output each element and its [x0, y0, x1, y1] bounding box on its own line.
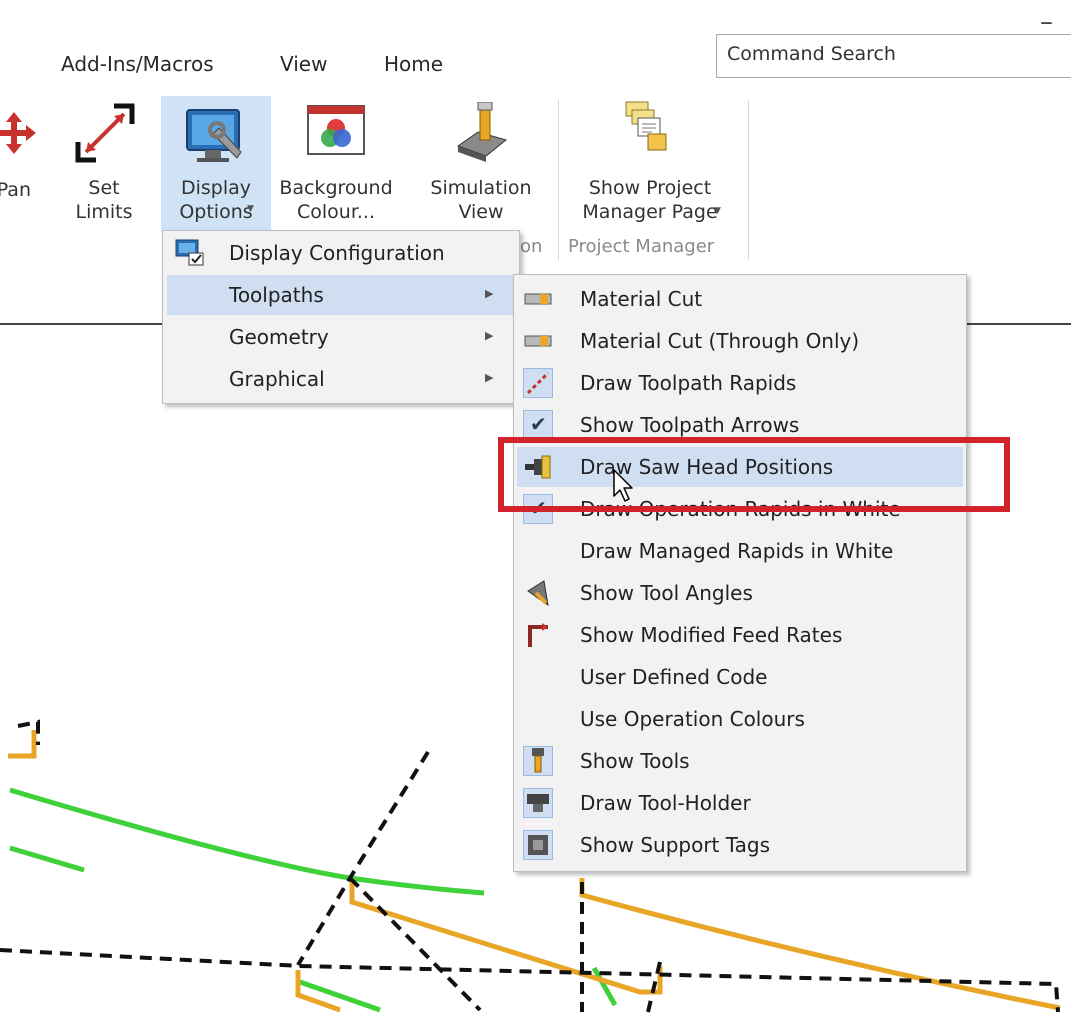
support-tags-icon: [528, 835, 548, 855]
menu-item-show-support-tags[interactable]: Show Support Tags: [514, 825, 966, 865]
tool-angles-icon: [527, 580, 549, 607]
feed-rates-icon: [528, 623, 548, 647]
menu-item-user-defined-code[interactable]: User Defined Code: [514, 657, 966, 697]
submenu-arrow-icon: ▶: [485, 371, 494, 384]
submenu-arrow-icon: ▶: [485, 287, 494, 300]
background-colour-button[interactable]: Background Colour...: [272, 100, 400, 230]
menu-item-label: Material Cut: [580, 287, 703, 311]
menu-item-draw-toolpath-rapids[interactable]: Draw Toolpath Rapids: [514, 363, 966, 403]
menu-item-material-cut[interactable]: Material Cut: [514, 279, 966, 319]
toolpaths-submenu: Material Cut Material Cut (Through Only)…: [513, 274, 967, 872]
menu-item-draw-tool-holder[interactable]: Draw Tool-Holder: [514, 783, 966, 823]
menu-item-show-modified-feed-rates[interactable]: Show Modified Feed Rates: [514, 615, 966, 655]
menu-item-label: User Defined Code: [580, 665, 768, 689]
menu-item-label: Use Operation Colours: [580, 707, 805, 731]
menu-item-label: Draw Toolpath Rapids: [580, 371, 797, 395]
menu-item-label: Show Support Tags: [580, 833, 771, 857]
display-options-button[interactable]: Display Options ▼: [161, 96, 271, 232]
menu-item-label: Show Modified Feed Rates: [580, 623, 843, 647]
menu-item-graphical[interactable]: Graphical ▶: [163, 359, 519, 399]
menu-item-toolpaths[interactable]: Toolpaths ▶: [167, 275, 515, 315]
group-separator: [748, 100, 749, 260]
checked-indicator: [523, 746, 553, 776]
menu-item-display-configuration[interactable]: Display Configuration: [163, 233, 519, 273]
menu-item-label: Show Tool Angles: [580, 581, 753, 605]
display-options-menu: Display Configuration Toolpaths ▶ Geomet…: [162, 230, 520, 404]
menu-item-label: Material Cut (Through Only): [580, 329, 860, 353]
tab-home[interactable]: Home: [384, 52, 443, 76]
mouse-cursor-icon: [613, 469, 633, 502]
menu-item-geometry[interactable]: Geometry ▶: [163, 317, 519, 357]
menu-item-label: Show Tools: [580, 749, 690, 773]
pan-label: Pan: [0, 179, 31, 201]
menu-item-label: Draw Managed Rapids in White: [580, 539, 894, 563]
submenu-arrow-icon: ▶: [485, 329, 494, 342]
simulation-view-label: Simulation View: [430, 177, 532, 223]
check-icon: ✔: [530, 412, 547, 436]
show-project-manager-button[interactable]: Show Project Manager Page ▼: [560, 100, 740, 230]
tab-view[interactable]: View: [280, 52, 327, 76]
simulation-group-label: on: [520, 236, 543, 257]
menu-item-label: Draw Tool-Holder: [580, 791, 751, 815]
menu-item-show-tools[interactable]: Show Tools: [514, 741, 966, 781]
show-project-manager-label: Show Project Manager Page: [582, 177, 718, 223]
background-colour-label: Background Colour...: [279, 177, 393, 223]
tool-holder-icon: [527, 794, 549, 812]
display-options-label: Display Options: [179, 177, 253, 223]
background-colour-icon: [307, 105, 365, 155]
checked-indicator: ✔: [523, 410, 553, 440]
menu-item-label: Display Configuration: [229, 241, 445, 265]
menu-item-draw-managed-rapids-in-white[interactable]: Draw Managed Rapids in White: [514, 531, 966, 571]
project-manager-icon: [625, 101, 667, 151]
toolpath-rapids-icon: [526, 371, 550, 395]
command-search-input[interactable]: Command Search: [716, 34, 1071, 78]
set-limits-button[interactable]: Set Limits: [64, 100, 144, 230]
simulation-view-button[interactable]: Simulation View: [418, 100, 544, 230]
tab-add-ins-macros[interactable]: Add-Ins/Macros: [61, 52, 214, 76]
menu-item-label: Geometry: [229, 325, 329, 349]
menu-item-show-tool-angles[interactable]: Show Tool Angles: [514, 573, 966, 613]
material-cut-icon: [524, 293, 552, 305]
dropdown-arrow-icon: ▼: [714, 206, 721, 216]
pan-button[interactable]: Pan: [0, 100, 50, 230]
menu-item-material-cut-through-only[interactable]: Material Cut (Through Only): [514, 321, 966, 361]
material-cut-through-icon: [524, 335, 552, 347]
set-limits-icon: [75, 103, 135, 163]
pan-icon: [0, 112, 36, 154]
highlight-annotation-box: [498, 437, 1010, 512]
display-config-icon: [175, 239, 204, 266]
project-manager-group-label: Project Manager: [568, 236, 715, 257]
group-separator: [558, 100, 559, 260]
show-tools-icon: [532, 748, 544, 773]
menu-item-label: Show Toolpath Arrows: [580, 413, 800, 437]
menu-item-label: Graphical: [229, 367, 325, 391]
simulation-view-icon: [456, 102, 508, 162]
menu-item-label: Toolpaths: [229, 283, 324, 307]
display-options-icon: [186, 109, 242, 162]
dropdown-arrow-icon: ▼: [247, 204, 254, 214]
menu-item-use-operation-colours[interactable]: Use Operation Colours: [514, 699, 966, 739]
checked-indicator: [523, 830, 553, 860]
checked-indicator: [523, 368, 553, 398]
set-limits-label: Set Limits: [75, 177, 133, 223]
checked-indicator: [523, 788, 553, 818]
